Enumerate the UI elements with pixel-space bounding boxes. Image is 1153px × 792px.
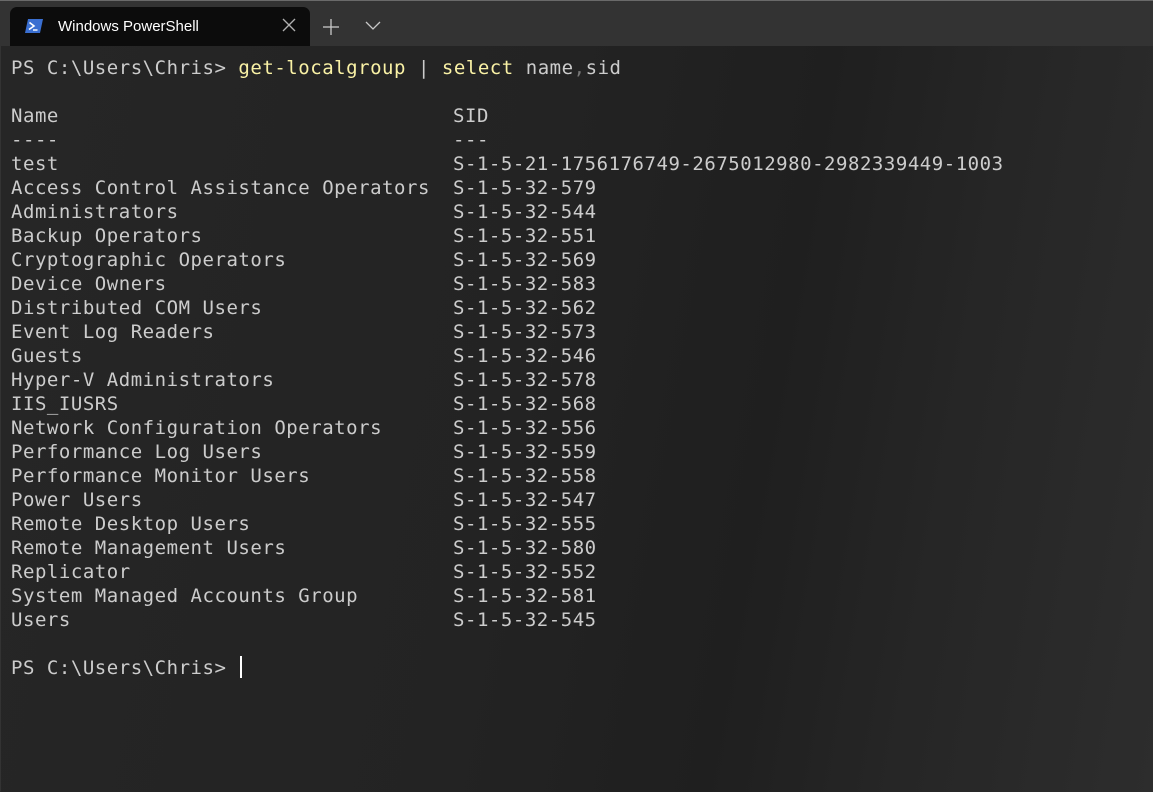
group-sid: S-1-5-32-580 [453, 537, 597, 559]
group-name: Replicator [11, 561, 131, 583]
group-sid: S-1-5-32-583 [453, 273, 597, 295]
group-sid: S-1-5-32-562 [453, 297, 597, 319]
group-name: Distributed COM Users [11, 297, 263, 319]
table-row: Guests S-1-5-32-546 [11, 344, 596, 368]
group-name: IIS_IUSRS [11, 393, 119, 415]
table-row: Power Users S-1-5-32-547 [11, 488, 596, 512]
table-header-underline: ---- --- [11, 128, 488, 152]
group-sid: S-1-5-32-579 [453, 177, 597, 199]
group-sid: S-1-5-32-559 [453, 441, 597, 463]
group-name: Remote Management Users [11, 537, 287, 559]
table-row: Administrators S-1-5-32-544 [11, 200, 596, 224]
tab-windows-powershell[interactable]: Windows PowerShell [10, 7, 310, 46]
powershell-icon [25, 19, 43, 33]
group-name: Users [11, 609, 71, 631]
table-row: Remote Desktop Users S-1-5-32-555 [11, 512, 596, 536]
terminal-window: Windows PowerShell PS C:\Users\Chris> ge… [0, 0, 1153, 792]
group-sid: S-1-5-32-551 [453, 225, 597, 247]
table-row: Performance Monitor Users S-1-5-32-558 [11, 464, 596, 488]
group-sid: S-1-5-32-552 [453, 561, 597, 583]
group-sid: S-1-5-32-569 [453, 249, 597, 271]
group-name: Administrators [11, 201, 179, 223]
group-name: Network Configuration Operators [11, 417, 383, 439]
plus-icon[interactable] [321, 17, 341, 37]
group-sid: S-1-5-32-568 [453, 393, 597, 415]
command-line: PS C:\Users\Chris> get-localgroup | sele… [11, 56, 622, 80]
table-header: Name SID [11, 104, 488, 128]
tab-title: Windows PowerShell [58, 18, 199, 35]
group-name: Performance Log Users [11, 441, 263, 463]
title-bar: Windows PowerShell [0, 1, 1153, 46]
group-sid: S-1-5-32-558 [453, 465, 597, 487]
group-name: Power Users [11, 489, 143, 511]
group-sid: S-1-5-32-556 [453, 417, 597, 439]
group-name: Performance Monitor Users [11, 465, 311, 487]
group-name: Hyper-V Administrators [11, 369, 275, 391]
terminal-output[interactable]: PS C:\Users\Chris> get-localgroup | sele… [1, 46, 1153, 792]
group-sid: S-1-5-32-581 [453, 585, 597, 607]
header-name: Name [11, 105, 59, 127]
group-name: Device Owners [11, 273, 167, 295]
table-row: Backup Operators S-1-5-32-551 [11, 224, 596, 248]
group-sid: S-1-5-32-546 [453, 345, 597, 367]
group-sid: S-1-5-32-578 [453, 369, 597, 391]
group-sid: S-1-5-32-547 [453, 489, 597, 511]
group-sid: S-1-5-32-555 [453, 513, 597, 535]
group-name: test [11, 153, 59, 175]
pipe: | [406, 57, 442, 79]
table-row: Event Log Readers S-1-5-32-573 [11, 320, 596, 344]
select-command: select [441, 57, 514, 79]
table-row: Cryptographic Operators S-1-5-32-569 [11, 248, 596, 272]
table-row: Network Configuration Operators S-1-5-32-… [11, 416, 596, 440]
table-row: Performance Log Users S-1-5-32-559 [11, 440, 596, 464]
group-name: Event Log Readers [11, 321, 215, 343]
table-row: Access Control Assistance Operators S-1-5… [11, 176, 596, 200]
argument-comma: , [573, 57, 586, 79]
table-row: Device Owners S-1-5-32-583 [11, 272, 596, 296]
group-name: System Managed Accounts Group [11, 585, 359, 607]
table-row: test S-1-5-21-1756176749-2675012980-29823… [11, 152, 1003, 176]
table-row: Replicator S-1-5-32-552 [11, 560, 596, 584]
group-name: Backup Operators [11, 225, 203, 247]
table-row: Distributed COM Users S-1-5-32-562 [11, 296, 596, 320]
close-icon[interactable] [281, 17, 297, 33]
table-row: Hyper-V Administrators S-1-5-32-578 [11, 368, 596, 392]
text-cursor [240, 656, 243, 678]
command-name: get-localgroup [238, 57, 406, 79]
table-row: Users S-1-5-32-545 [11, 608, 596, 632]
group-name: Remote Desktop Users [11, 513, 251, 535]
group-sid: S-1-5-21-1756176749-2675012980-298233944… [453, 153, 1004, 175]
table-row: IIS_IUSRS S-1-5-32-568 [11, 392, 596, 416]
table-row: Remote Management Users S-1-5-32-580 [11, 536, 596, 560]
prompt: PS C:\Users\Chris> [11, 657, 239, 679]
chevron-down-icon[interactable] [364, 19, 382, 33]
argument-name: name [513, 57, 574, 79]
group-name: Cryptographic Operators [11, 249, 287, 271]
group-sid: S-1-5-32-573 [453, 321, 597, 343]
underline-sid: --- [453, 129, 489, 151]
group-name: Guests [11, 345, 83, 367]
underline-name: ---- [11, 129, 59, 151]
group-name: Access Control Assistance Operators [11, 177, 430, 199]
final-prompt-line: PS C:\Users\Chris> [11, 656, 243, 680]
table-row: System Managed Accounts Group S-1-5-32-58… [11, 584, 596, 608]
group-sid: S-1-5-32-544 [453, 201, 597, 223]
argument-sid: sid [585, 57, 622, 79]
prompt: PS C:\Users\Chris> [11, 57, 239, 79]
header-sid: SID [453, 105, 489, 127]
group-sid: S-1-5-32-545 [453, 609, 597, 631]
